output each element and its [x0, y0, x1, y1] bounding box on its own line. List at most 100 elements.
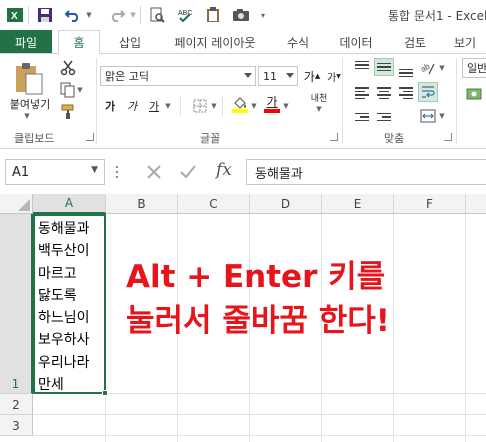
column-header-f[interactable]: F	[394, 194, 466, 214]
wrap-text-icon[interactable]	[418, 82, 438, 102]
chevron-down-icon[interactable]: ▼	[91, 165, 98, 175]
font-launcher-icon[interactable]	[330, 133, 338, 141]
divider	[96, 58, 97, 144]
redo-icon[interactable]	[106, 5, 128, 25]
merge-dropdown-icon[interactable]: ▼	[438, 106, 446, 126]
annotation-line-1: Alt + Enter 키를	[126, 259, 386, 295]
spelling-icon[interactable]: ABC	[174, 5, 196, 25]
number-format-select[interactable]: 일반	[462, 58, 486, 78]
drag-handle-icon[interactable]	[116, 166, 120, 178]
column-header-d[interactable]: D	[250, 194, 322, 214]
enter-check-icon[interactable]	[178, 162, 200, 182]
row-header-2[interactable]: 2	[0, 394, 33, 415]
font-color-dropdown-icon[interactable]: ▼	[282, 96, 290, 116]
customize-toolbar-icon[interactable]: ▾	[256, 5, 270, 25]
camera-icon[interactable]	[230, 5, 252, 25]
save-icon[interactable]	[34, 5, 56, 25]
svg-text:ABC: ABC	[178, 10, 192, 17]
font-size-select[interactable]: 11	[258, 66, 298, 86]
cell-a1[interactable]: 동해물과 백두산이 마르고 닳도록 하느님이 보우하사 우리나라 만세	[33, 214, 106, 394]
clipboard-icon[interactable]	[202, 5, 224, 25]
copy-icon[interactable]	[58, 80, 78, 100]
align-middle-icon[interactable]	[374, 58, 394, 76]
increase-font-label: 가	[303, 69, 315, 84]
underline-button[interactable]: 가	[144, 96, 164, 116]
align-right-icon[interactable]	[396, 84, 416, 102]
phonetic-button[interactable]: 내천 ▼	[304, 94, 334, 114]
align-top-icon[interactable]	[352, 60, 372, 78]
insert-function-button[interactable]: fx	[216, 160, 232, 180]
orientation-dropdown-icon[interactable]: ▼	[438, 58, 446, 78]
clipboard-group-label: 클립보드	[14, 132, 55, 145]
select-all-corner[interactable]	[0, 194, 33, 214]
divider	[140, 6, 141, 24]
tab-file[interactable]: 파일	[0, 30, 52, 54]
font-color-button[interactable]: 가	[262, 94, 282, 114]
column-header-c[interactable]: C	[178, 194, 250, 214]
alignment-group-label: 맞춤	[384, 132, 405, 145]
tab-review[interactable]: 검토	[392, 30, 438, 54]
row-header-1[interactable]: 1	[0, 214, 33, 394]
font-size-value: 11	[263, 69, 277, 83]
align-left-icon[interactable]	[352, 84, 372, 102]
chevron-down-icon[interactable]	[286, 73, 294, 78]
merge-center-icon[interactable]	[418, 106, 438, 126]
tab-home[interactable]: 홈	[58, 30, 100, 54]
annotation-text: Alt + Enter 키를 눌러서 줄바꿈 한다!	[126, 255, 390, 343]
tab-page-layout[interactable]: 페이지 레이아웃	[160, 30, 270, 54]
gridline	[393, 214, 394, 442]
decrease-indent-icon[interactable]	[352, 108, 372, 126]
italic-button[interactable]: 가	[122, 96, 142, 116]
fill-color-icon[interactable]	[230, 94, 250, 114]
tab-insert[interactable]: 삽입	[106, 30, 154, 54]
cancel-icon[interactable]	[144, 162, 166, 182]
cut-icon[interactable]	[58, 58, 78, 78]
column-header-e[interactable]: E	[322, 194, 394, 214]
undo-icon[interactable]	[62, 5, 84, 25]
currency-icon[interactable]	[462, 84, 486, 104]
formula-input[interactable]: 동해물과	[246, 159, 486, 185]
alignment-launcher-icon[interactable]	[444, 133, 452, 141]
paste-dropdown-icon[interactable]: ▼	[22, 112, 32, 120]
decrease-font-size-button[interactable]: 가 ▼	[324, 66, 344, 86]
name-box[interactable]: A1 ▼	[5, 159, 105, 185]
border-icon[interactable]	[190, 96, 210, 116]
decrease-font-label: 가	[327, 72, 337, 84]
print-preview-icon[interactable]	[146, 5, 168, 25]
align-center-icon[interactable]	[374, 84, 394, 102]
copy-dropdown-icon[interactable]: ▼	[76, 80, 84, 100]
tab-view[interactable]: 보기	[444, 30, 486, 54]
undo-dropdown-icon[interactable]: ▼	[84, 5, 94, 25]
excel-logo-icon: X	[4, 5, 26, 25]
gridline	[33, 414, 486, 415]
border-dropdown-icon[interactable]: ▼	[210, 96, 218, 116]
font-name-value: 맑은 고딕	[105, 70, 149, 83]
increase-font-size-button[interactable]: 가 ▲	[302, 66, 322, 86]
divider	[342, 58, 343, 144]
redo-dropdown-icon[interactable]: ▼	[128, 5, 138, 25]
fill-handle[interactable]	[102, 390, 108, 396]
format-painter-icon[interactable]	[58, 102, 78, 122]
tab-data[interactable]: 데이터	[328, 30, 384, 54]
align-bottom-icon[interactable]	[396, 60, 416, 78]
bold-button[interactable]: 가	[100, 96, 120, 116]
divider	[180, 96, 181, 116]
font-name-select[interactable]: 맑은 고딕	[100, 66, 256, 86]
fill-color-dropdown-icon[interactable]: ▼	[250, 96, 258, 116]
column-header-b[interactable]: B	[106, 194, 178, 214]
row-header-3[interactable]: 3	[0, 415, 33, 436]
tab-formulas[interactable]: 수식	[276, 30, 320, 54]
font-color-swatch	[264, 108, 280, 113]
column-header-a[interactable]: A	[33, 194, 106, 214]
font-color-label: 가	[266, 94, 278, 109]
increase-indent-icon[interactable]	[374, 108, 394, 126]
paste-icon[interactable]	[10, 60, 50, 96]
underline-dropdown-icon[interactable]: ▼	[164, 96, 172, 116]
chevron-down-icon[interactable]	[244, 73, 252, 78]
divider	[456, 58, 457, 144]
column-header-g[interactable]	[466, 194, 486, 214]
divider	[28, 6, 29, 24]
paste-button[interactable]: 붙여넣기	[4, 96, 56, 112]
clipboard-launcher-icon[interactable]	[86, 133, 94, 141]
window-title: 통합 문서1 - Excel	[388, 9, 486, 23]
